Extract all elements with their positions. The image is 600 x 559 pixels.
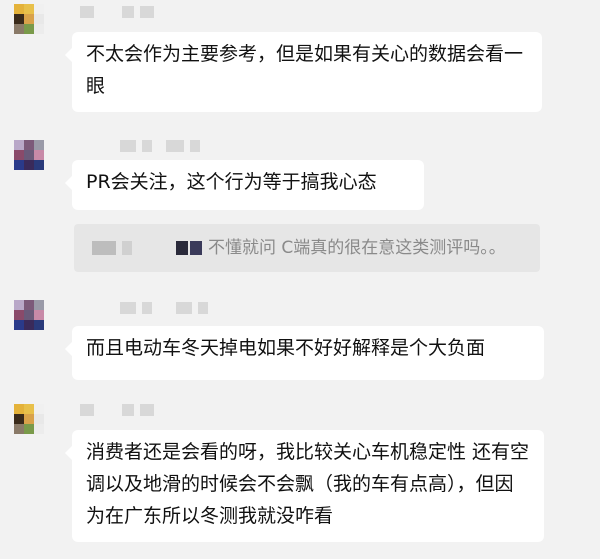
sender-name xyxy=(80,6,154,20)
sender-avatar[interactable] xyxy=(14,4,44,34)
sender-name xyxy=(120,140,200,154)
sender-name xyxy=(120,302,208,316)
message-text: 而且电动车冬天掉电如果不好好解释是个大负面 xyxy=(86,337,486,359)
sender-avatar[interactable] xyxy=(14,404,44,434)
sender-avatar[interactable] xyxy=(14,300,44,330)
message-text: PR会关注，这个行为等于搞我心态 xyxy=(86,171,377,193)
message-bubble[interactable]: 不太会作为主要参考，但是如果有关心的数据会看一眼 xyxy=(65,32,542,112)
quoted-sender-name xyxy=(92,241,116,255)
quoted-text: 不懂就问 C端真的很在意这类测评吗。。 xyxy=(208,238,506,258)
message-bubble[interactable]: 而且电动车冬天掉电如果不好好解释是个大负面 xyxy=(65,326,544,380)
message-bubble[interactable]: PR会关注，这个行为等于搞我心态 xyxy=(65,160,424,210)
sender-avatar[interactable] xyxy=(14,140,44,170)
sender-name xyxy=(80,404,154,418)
quoted-message[interactable]: 不懂就问 C端真的很在意这类测评吗。。 xyxy=(74,224,540,272)
message-text: 消费者还是会看的呀，我比较关心车机稳定性 还有空调以及地滑的时候会不会飘（我的车… xyxy=(86,441,530,527)
message-bubble[interactable]: 消费者还是会看的呀，我比较关心车机稳定性 还有空调以及地滑的时候会不会飘（我的车… xyxy=(65,430,544,542)
message-text: 不太会作为主要参考，但是如果有关心的数据会看一眼 xyxy=(86,43,524,97)
